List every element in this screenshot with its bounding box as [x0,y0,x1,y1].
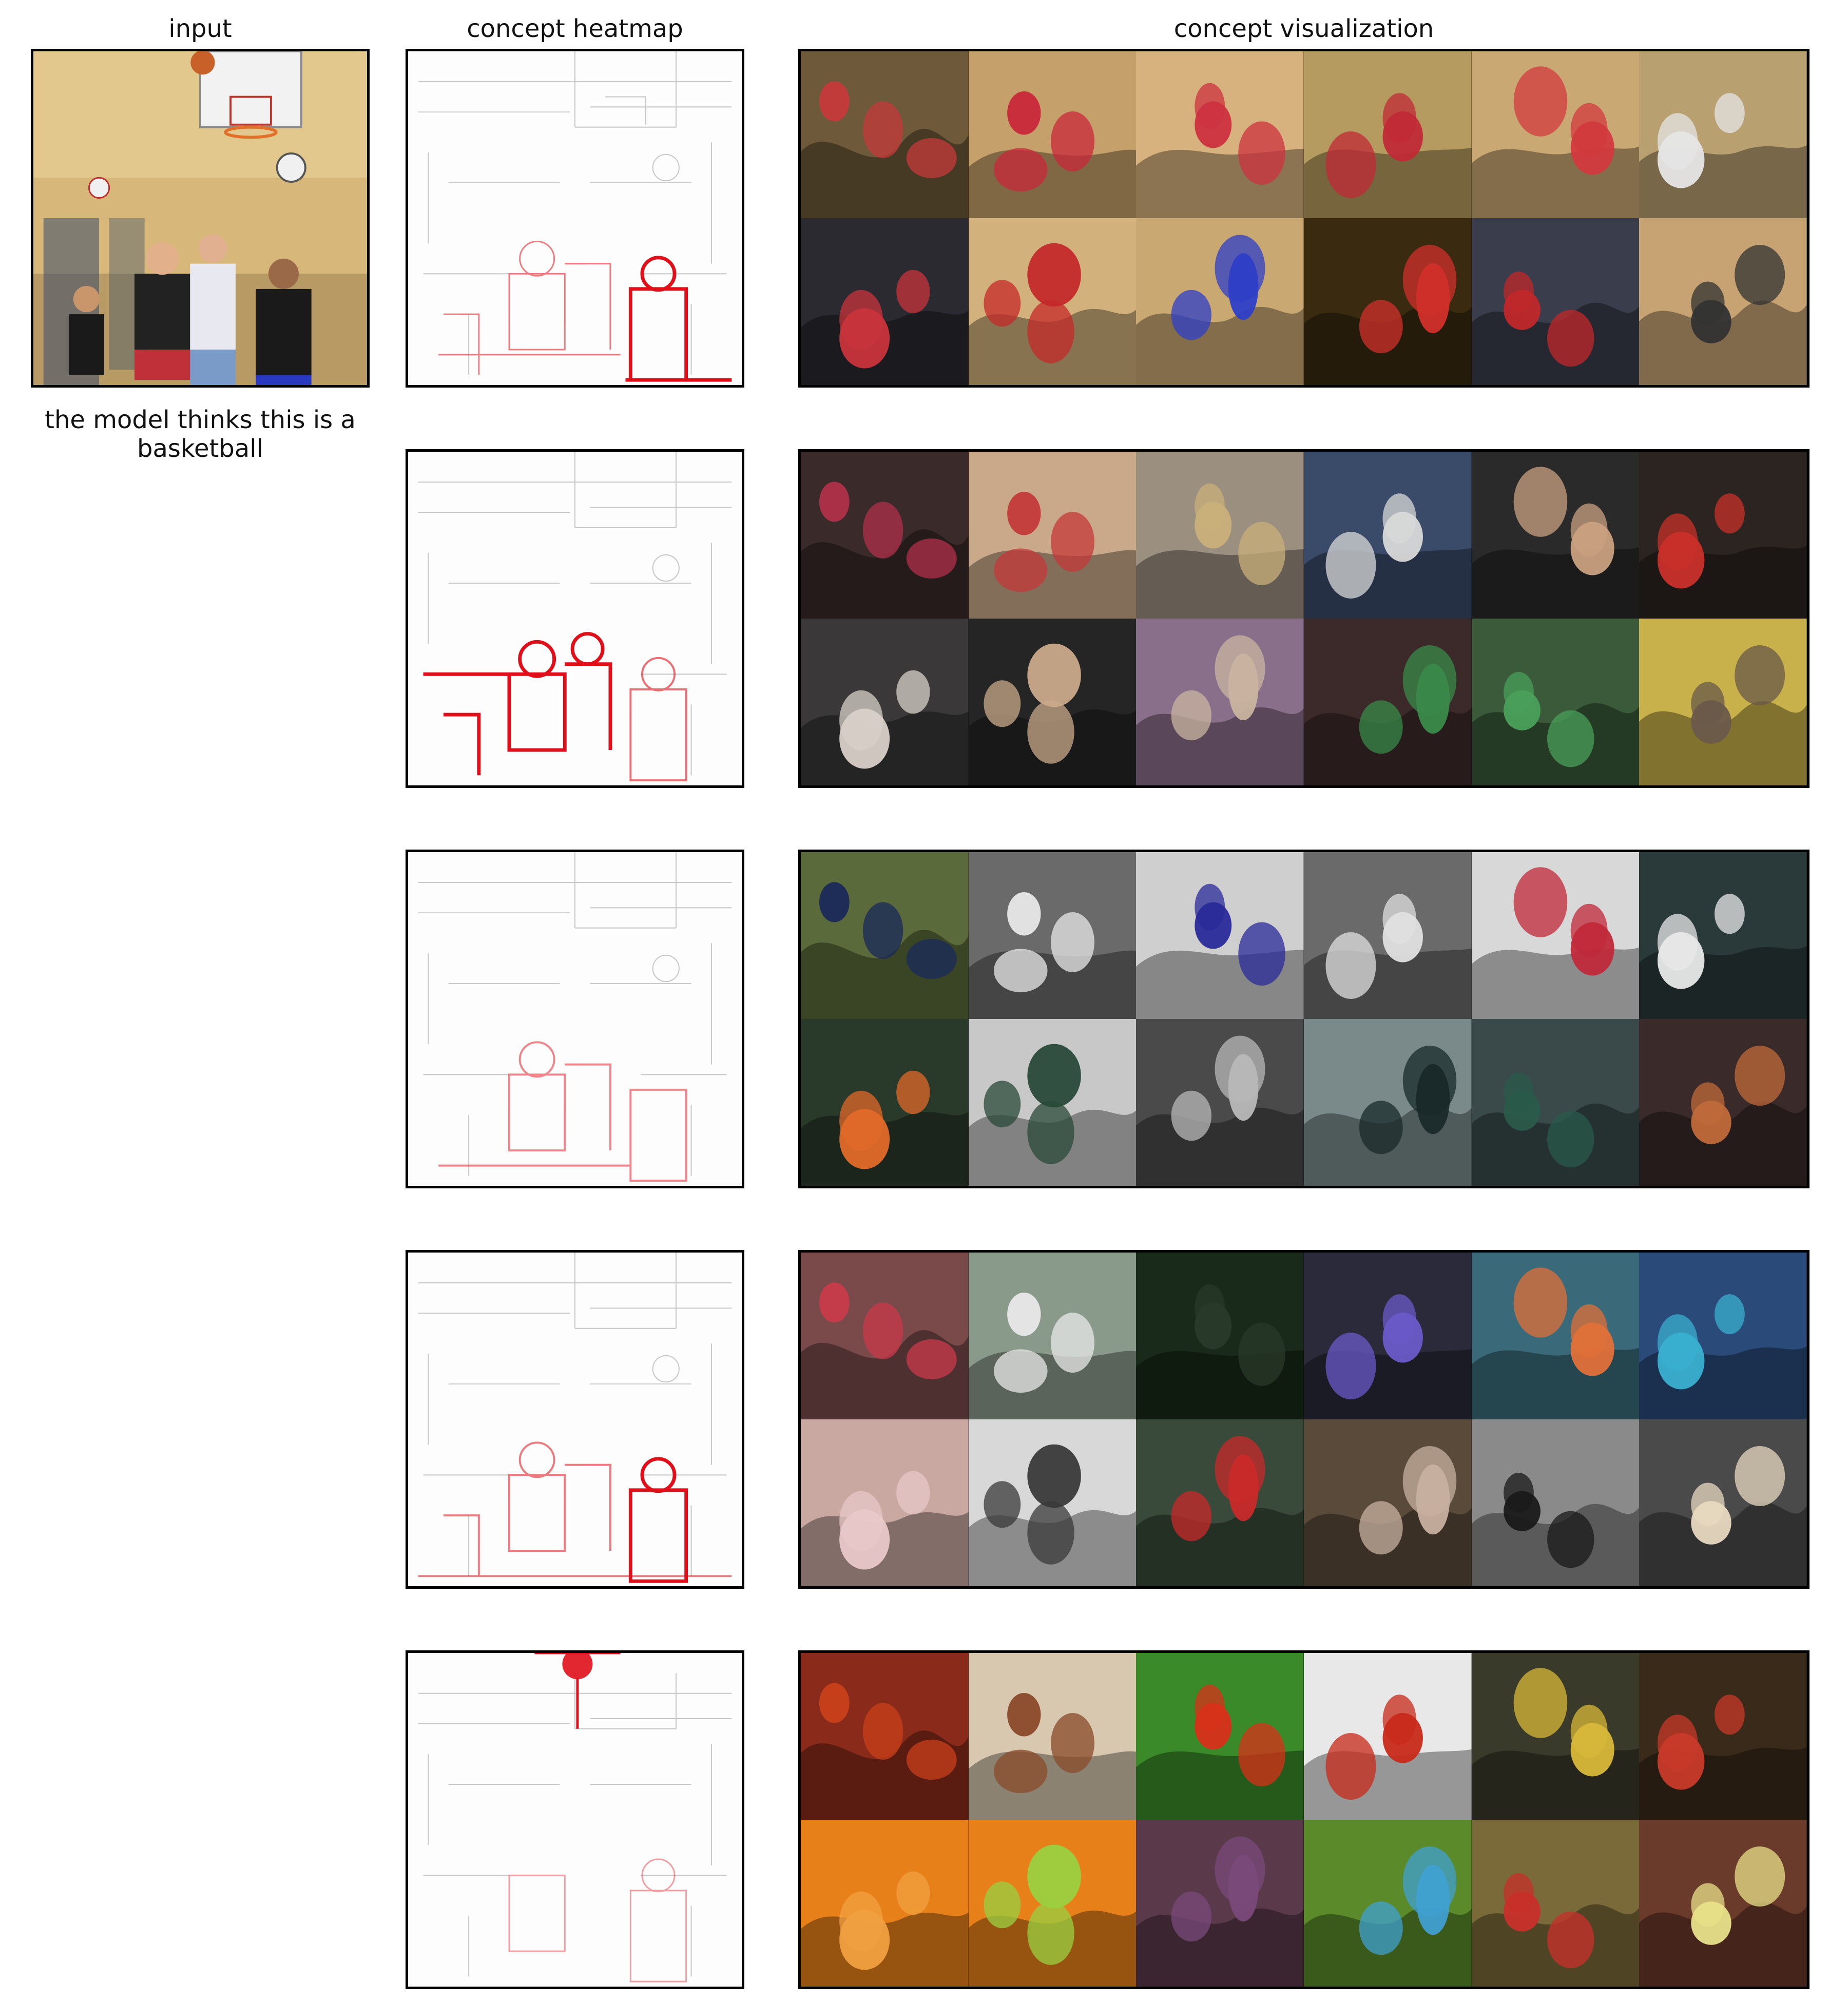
concept-grid-2 [798,449,1810,788]
concept-patch [1303,452,1472,619]
concept-patch [801,619,969,785]
concept-patch [1471,1419,1640,1586]
concept-patch [1639,852,1807,1019]
concept-patch [1136,1019,1304,1186]
concept-patch [1303,1653,1472,1820]
concept-patch [1639,218,1807,385]
concept-patch [1639,619,1807,785]
heatmap-column-title: concept heatmap [467,14,683,43]
concept-patch [1471,1653,1640,1820]
concept-patch [801,218,969,385]
concept-patch [1471,452,1640,619]
concept-patch [1471,218,1640,385]
concept-patch [801,1653,969,1820]
concept-patch [801,452,969,619]
concept-patch [968,1653,1137,1820]
heatmap-3 [406,850,744,1188]
concept-patch [1303,1820,1472,1987]
concept-patch [1303,51,1472,218]
concept-patch [1303,1019,1472,1186]
input-column-title: input [168,14,232,43]
concept-patch [1136,619,1304,785]
heatmap-1 [406,49,744,388]
concept-patch [968,852,1137,1019]
concept-patch [1471,1820,1640,1987]
concept-patch [1471,852,1640,1019]
concept-patch [1136,1253,1304,1419]
concept-patch [1639,1019,1807,1186]
concept-patch [1136,1419,1304,1586]
concept-patch [968,1820,1137,1987]
concept-patch [1471,51,1640,218]
concept-grid-3 [798,850,1810,1188]
concept-patch [968,51,1137,218]
concept-patch [1303,1419,1472,1586]
concept-patch [1136,1653,1304,1820]
concept-patch [1136,852,1304,1019]
concept-patch [801,1820,969,1987]
concept-patch [1303,218,1472,385]
heatmap-2 [406,449,744,788]
concept-patch [1471,1253,1640,1419]
concept-patch [1471,1019,1640,1186]
concept-patch [801,1253,969,1419]
concept-grid-1 [798,49,1810,388]
input-image [31,49,370,388]
concept-patch [801,852,969,1019]
concept-patch [968,1019,1137,1186]
concept-patch [1136,51,1304,218]
model-prediction-caption: the model thinks this is a basketball [45,406,356,463]
concept-patch [1136,218,1304,385]
concept-patch [968,1419,1137,1586]
concept-grid-5 [798,1650,1810,1989]
visualization-column-title: concept visualization [1173,14,1434,43]
concept-patch [1639,1419,1807,1586]
concept-patch [1136,452,1304,619]
heatmap-4 [406,1250,744,1589]
concept-patch [1639,1653,1807,1820]
concept-patch [1639,1253,1807,1419]
concept-patch [1639,51,1807,218]
concept-patch [1136,1820,1304,1987]
concept-patch [1639,1820,1807,1987]
heatmap-5 [406,1650,744,1989]
concept-patch [1303,852,1472,1019]
concept-patch [968,218,1137,385]
concept-patch [1639,452,1807,619]
concept-patch [968,619,1137,785]
concept-patch [1471,619,1640,785]
concept-grid-4 [798,1250,1810,1589]
concept-patch [1303,619,1472,785]
concept-patch [968,1253,1137,1419]
concept-patch [801,1419,969,1586]
concept-patch [1303,1253,1472,1419]
concept-patch [801,51,969,218]
concept-patch [968,452,1137,619]
concept-patch [801,1019,969,1186]
